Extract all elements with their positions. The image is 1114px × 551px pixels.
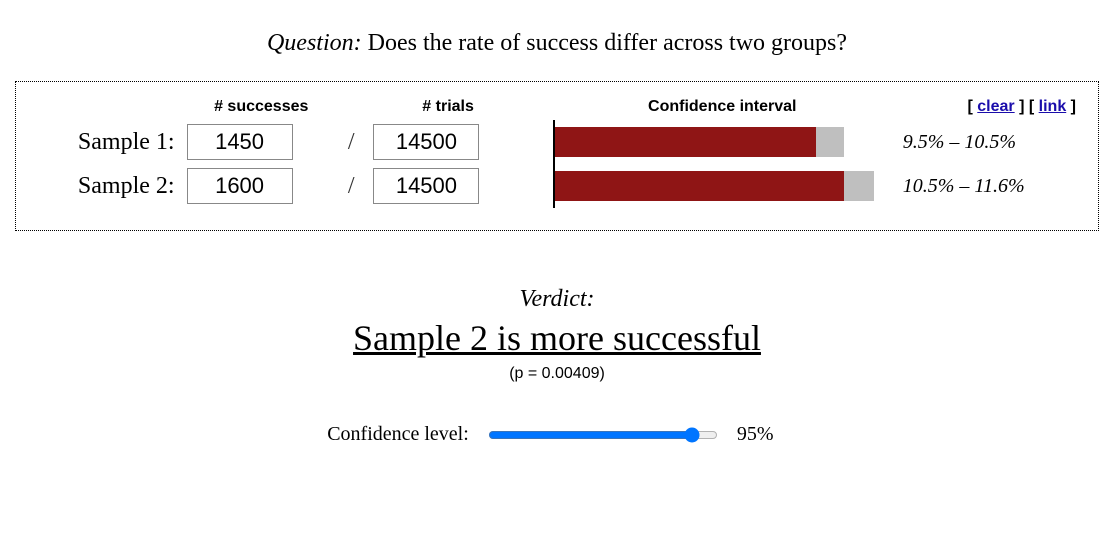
sample1-trials-input[interactable] <box>373 124 479 160</box>
verdict-block: Verdict: Sample 2 is more successful (p … <box>10 286 1104 383</box>
p-value: (p = 0.00409) <box>10 365 1104 383</box>
col-trials: # trials <box>367 94 528 120</box>
sample-row-1: Sample 1: / 9.5% – 10.5% <box>32 120 1082 164</box>
question-text: Does the rate of success differ across t… <box>368 30 847 56</box>
sample2-ci-text: 10.5% – 11.6% <box>891 164 1082 208</box>
sample2-label: Sample 2: <box>32 164 181 208</box>
sample2-successes-input[interactable] <box>187 168 293 204</box>
confidence-slider[interactable] <box>488 427 718 443</box>
confidence-display: 95% <box>737 423 787 446</box>
sample-row-2: Sample 2: / 10.5% – 11.6% <box>32 164 1082 208</box>
sample2-trials-input[interactable] <box>373 168 479 204</box>
sample1-label: Sample 1: <box>32 120 181 164</box>
question-prefix: Question: <box>267 30 362 56</box>
sample1-successes-input[interactable] <box>187 124 293 160</box>
sample1-bar <box>554 120 891 164</box>
confidence-row: Confidence level: 95% <box>10 423 1104 446</box>
verdict-label: Verdict: <box>10 286 1104 313</box>
sample1-ci-text: 9.5% – 10.5% <box>891 120 1082 164</box>
question-line: Question: Does the rate of success diffe… <box>10 30 1104 57</box>
slash-icon: / <box>342 120 368 164</box>
confidence-label: Confidence level: <box>327 423 469 445</box>
link-link[interactable]: link <box>1039 98 1067 115</box>
col-ci: Confidence interval <box>554 94 891 120</box>
panel-actions: [ clear ] [ link ] <box>891 94 1082 120</box>
verdict-text: Sample 2 is more successful <box>10 317 1104 359</box>
slash-icon: / <box>342 164 368 208</box>
input-panel: # successes # trials Confidence interval… <box>15 81 1099 231</box>
sample2-bar <box>554 164 891 208</box>
clear-link[interactable]: clear <box>977 98 1014 115</box>
col-successes: # successes <box>181 94 342 120</box>
